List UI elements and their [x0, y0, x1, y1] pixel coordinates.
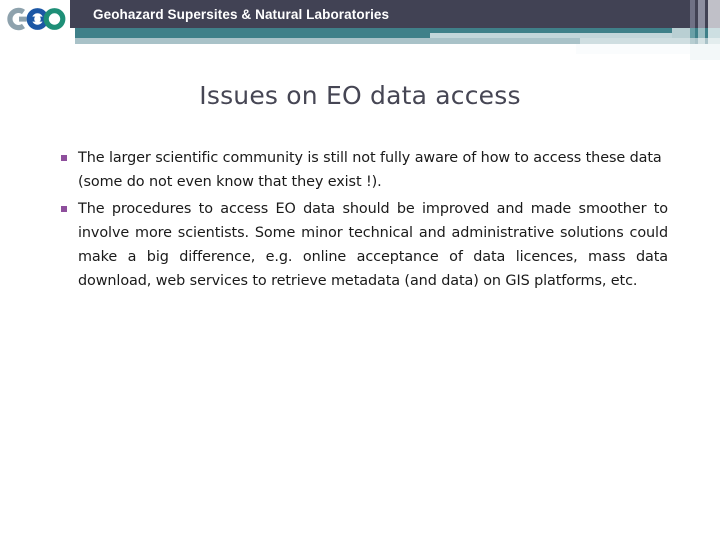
decorative-wash-right: [690, 44, 720, 60]
presentation-slide: Geohazard Supersites & Natural Laborator…: [0, 0, 720, 540]
page-title: Issues on EO data access: [199, 81, 521, 110]
list-item: The procedures to access EO data should …: [58, 197, 668, 293]
decorative-stripe-3: [698, 0, 705, 28]
bullet-square-icon: [58, 197, 78, 221]
bullet-text-1: The larger scientific community is still…: [78, 150, 662, 190]
decorative-stripe-5: [708, 0, 720, 28]
header-accent-band-light-mid2: [430, 38, 580, 44]
bullet-list: The larger scientific community is still…: [58, 146, 668, 296]
decorative-wash-bottom: [576, 44, 690, 54]
bullet-text-2: The procedures to access EO data should …: [78, 201, 668, 289]
list-item: The larger scientific community is still…: [58, 146, 668, 194]
header-accent-band-light-left: [75, 38, 430, 44]
decorative-stripe-8: [698, 28, 705, 38]
header-accent-band-teal-tail: [672, 28, 690, 38]
decorative-stripe-10: [708, 28, 720, 38]
geo-logo-icon: [6, 4, 72, 34]
bullet-square-icon: [58, 146, 78, 170]
header-banner-title: Geohazard Supersites & Natural Laborator…: [93, 7, 390, 22]
